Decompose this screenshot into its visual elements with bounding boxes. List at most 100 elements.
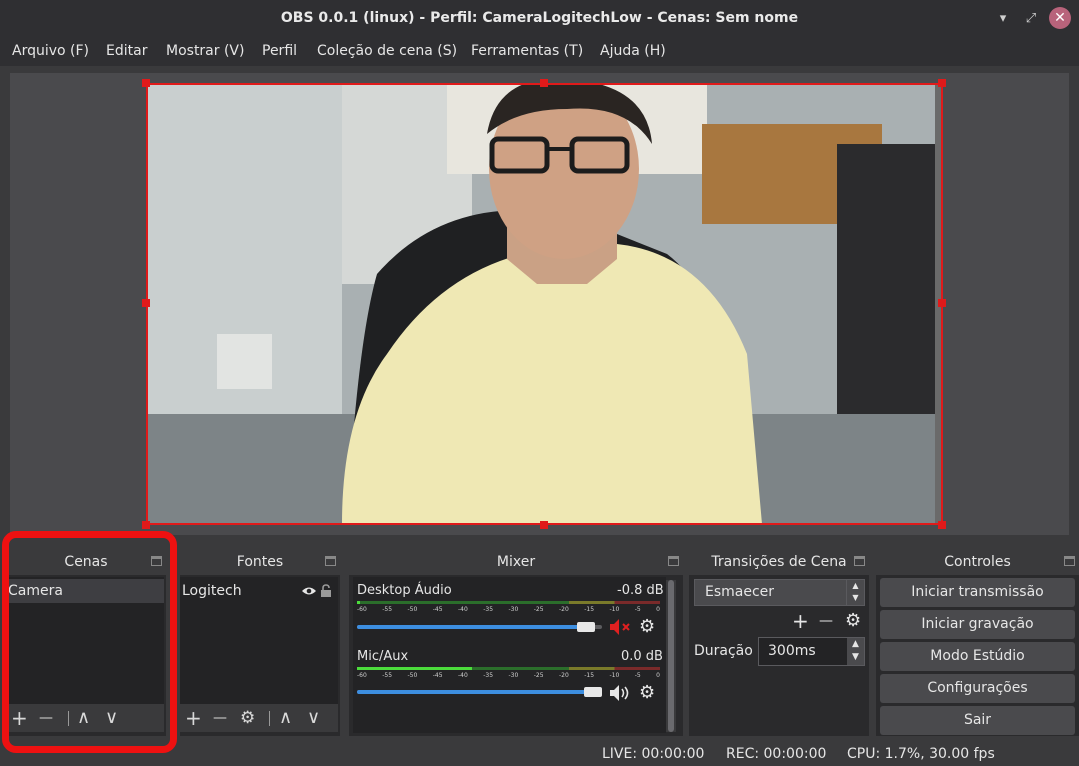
dock-float-icon[interactable] (1064, 556, 1075, 566)
resize-handle[interactable] (540, 521, 548, 529)
dock-float-icon[interactable] (151, 556, 162, 566)
resize-handle[interactable] (938, 521, 946, 529)
remove-source-button[interactable]: — (213, 707, 227, 729)
meter-tick-label: -20 (559, 672, 569, 679)
studio-mode-button[interactable]: Modo Estúdio (880, 642, 1075, 671)
toolbar-separator (269, 711, 270, 726)
gear-icon[interactable]: ⚙ (639, 682, 655, 703)
menu-mostrar[interactable]: Mostrar (V) (166, 43, 244, 59)
meter-tick-label: -25 (533, 672, 544, 679)
meter-tick-label: -10 (609, 672, 620, 679)
resize-handle[interactable] (142, 299, 150, 307)
sources-toolbar: + — ⚙ ∧ ∨ (180, 704, 338, 732)
meter-tick-label: -55 (382, 606, 393, 613)
meter-tick-label: 0 (656, 672, 660, 679)
meter-tick-label: -60 (357, 672, 367, 679)
close-icon[interactable]: ✕ (1049, 7, 1071, 29)
meter-tick-label: -45 (432, 606, 443, 613)
dock-float-icon[interactable] (668, 556, 679, 566)
transition-select-value: Esmaecer (705, 584, 775, 600)
transition-properties-gear-icon[interactable]: ⚙ (845, 610, 861, 631)
audio-meter (357, 601, 660, 604)
meter-tick-label: -55 (382, 672, 393, 679)
move-scene-down-button[interactable]: ∨ (105, 707, 118, 729)
toolbar-separator (68, 711, 69, 726)
spin-up-icon[interactable]: ▲ (852, 639, 859, 649)
meter-ticks: -60 -55 -50 -45 -40 -35 -30 -25 -20 -15 -10 -5 0 (357, 672, 660, 682)
gear-icon[interactable]: ⚙ (639, 616, 655, 637)
menu-arquivo[interactable]: Arquivo (F) (12, 43, 89, 59)
controls-title: Controles (876, 550, 1079, 575)
resize-handle[interactable] (142, 79, 150, 87)
move-source-up-button[interactable]: ∧ (279, 707, 292, 729)
meter-tick-label: -15 (584, 606, 595, 613)
remove-transition-button[interactable]: — (819, 613, 833, 629)
add-source-button[interactable]: + (185, 707, 202, 729)
channel-name: Mic/Aux (357, 649, 409, 664)
move-source-down-button[interactable]: ∨ (307, 707, 320, 729)
minimize-icon[interactable]: ▾ (993, 9, 1013, 29)
start-recording-button[interactable]: Iniciar gravação (880, 610, 1075, 639)
duration-field[interactable]: 300ms ▲ ▼ (758, 637, 865, 666)
meter-tick-label: -5 (634, 672, 641, 679)
menu-bar: Arquivo (F) Editar Mostrar (V) Perfil Co… (0, 37, 1079, 66)
start-streaming-button[interactable]: Iniciar transmissão (880, 578, 1075, 607)
maximize-icon[interactable]: ⤢ (1021, 9, 1041, 29)
dock-float-icon[interactable] (854, 556, 865, 566)
transition-select[interactable]: Esmaecer ▲ ▼ (694, 579, 865, 606)
scenes-list[interactable]: Camera (6, 577, 164, 704)
scenes-toolbar: + — ∧ ∨ (6, 704, 164, 732)
speaker-icon[interactable] (609, 684, 633, 706)
sources-list[interactable]: Logitech (180, 577, 338, 704)
menu-colecao-cena[interactable]: Coleção de cena (S) (317, 43, 457, 59)
menu-ferramentas[interactable]: Ferramentas (T) (471, 43, 583, 59)
volume-slider-fill (357, 625, 586, 629)
menu-editar[interactable]: Editar (106, 43, 147, 59)
add-scene-button[interactable]: + (11, 707, 28, 729)
resize-handle[interactable] (938, 79, 946, 87)
meter-tick-label: -45 (432, 672, 443, 679)
scene-item[interactable]: Camera (6, 579, 164, 603)
mute-icon[interactable] (609, 618, 633, 640)
mixer-title: Mixer (349, 550, 683, 575)
meter-tick-label: -10 (609, 606, 620, 613)
meter-tick-label: -50 (407, 672, 418, 679)
spin-down-icon[interactable]: ▼ (852, 652, 859, 662)
source-properties-button[interactable]: ⚙ (240, 707, 255, 729)
channel-name: Desktop Áudio (357, 583, 452, 598)
audio-meter-level (357, 667, 472, 670)
meter-tick-label: -50 (407, 606, 418, 613)
cpu-fps-status: CPU: 1.7%, 30.00 fps (847, 746, 995, 762)
source-selection-border[interactable] (146, 83, 943, 525)
channel-db: -0.8 dB (617, 583, 664, 598)
chevron-up-down-icon: ▲ ▼ (846, 580, 864, 605)
meter-tick-label: -40 (458, 672, 468, 679)
dock-float-icon[interactable] (325, 556, 336, 566)
volume-slider-knob[interactable] (584, 687, 602, 697)
duration-spin[interactable]: ▲ ▼ (847, 638, 864, 665)
remove-scene-button[interactable]: — (39, 707, 53, 729)
move-scene-up-button[interactable]: ∧ (77, 707, 90, 729)
meter-tick-label: -35 (483, 606, 494, 613)
mixer-scrollbar[interactable] (666, 580, 676, 732)
lock-icon[interactable] (320, 579, 332, 603)
scenes-title: Cenas (6, 550, 166, 575)
menu-perfil[interactable]: Perfil (262, 43, 297, 59)
source-item[interactable]: Logitech (180, 579, 338, 603)
rec-timer: REC: 00:00:00 (726, 746, 827, 762)
exit-button[interactable]: Sair (880, 706, 1075, 735)
duration-label: Duração (694, 643, 753, 659)
window-title: OBS 0.0.1 (linux) - Perfil: CameraLogite… (280, 10, 799, 26)
add-transition-button[interactable]: + (792, 609, 809, 633)
menu-ajuda[interactable]: Ajuda (H) (600, 43, 666, 59)
meter-tick-label: 0 (656, 606, 660, 613)
resize-handle[interactable] (142, 521, 150, 529)
transitions-title: Transições de Cena (689, 550, 869, 575)
live-timer: LIVE: 00:00:00 (602, 746, 705, 762)
resize-handle[interactable] (540, 79, 548, 87)
resize-handle[interactable] (938, 299, 946, 307)
meter-tick-label: -5 (634, 606, 641, 613)
eye-icon[interactable] (301, 579, 317, 603)
volume-slider-knob[interactable] (577, 622, 595, 632)
settings-button[interactable]: Configurações (880, 674, 1075, 703)
